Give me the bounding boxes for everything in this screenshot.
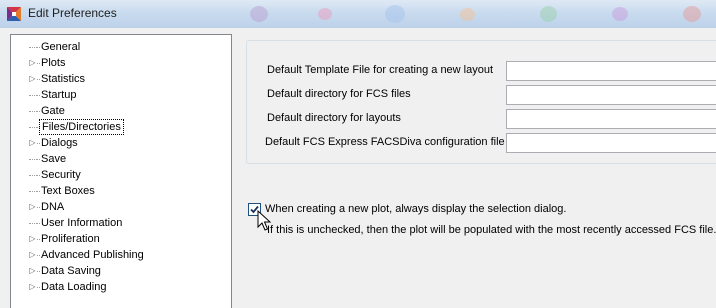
tree-connector (29, 191, 37, 192)
tree-item-proliferation[interactable]: ▷ Proliferation (11, 231, 231, 247)
expand-arrow-icon[interactable]: ▷ (28, 71, 37, 87)
expand-arrow-icon[interactable]: ▷ (28, 55, 37, 71)
title-bar-decoration (460, 8, 475, 21)
tree-connector (29, 127, 37, 128)
tree-item-label: Gate (41, 105, 65, 117)
tree-item-text-boxes[interactable]: Text Boxes (11, 183, 231, 199)
expand-arrow-icon[interactable]: ▷ (28, 135, 37, 151)
tree-connector (29, 95, 37, 96)
title-bar-decoration (250, 6, 268, 22)
expand-arrow-icon[interactable]: ▷ (28, 247, 37, 263)
tree-item-label: Statistics (41, 73, 86, 85)
file-path-input[interactable] (506, 61, 716, 81)
window-title: Edit Preferences (28, 6, 117, 20)
tree-item-security[interactable]: Security (11, 167, 231, 183)
tree-item-label: Proliferation (41, 233, 100, 245)
tree-item-save[interactable]: Save (11, 151, 231, 167)
tree-item-label: Advanced Publishing (41, 249, 144, 261)
tree-item-files-directories[interactable]: Files/Directories (11, 119, 231, 135)
file-setting-label: Default directory for FCS files (267, 88, 411, 100)
file-setting-label: Default directory for layouts (267, 112, 401, 124)
tree-item-user-information[interactable]: User Information (11, 215, 231, 231)
title-bar-decoration (612, 7, 628, 21)
tree-item-label: Dialogs (41, 137, 78, 149)
tree-item-plots[interactable]: ▷ Plots (11, 55, 231, 71)
mouse-cursor-icon (257, 210, 272, 231)
tree-item-label: Save (41, 153, 67, 165)
tree-item-label: Plots (41, 57, 66, 69)
expand-arrow-icon[interactable]: ▷ (28, 199, 37, 215)
file-path-input[interactable] (506, 133, 716, 153)
tree-item-gate[interactable]: Gate (11, 103, 231, 119)
tree-item-label: User Information (41, 217, 123, 229)
file-path-input[interactable] (506, 85, 716, 105)
expand-arrow-icon[interactable]: ▷ (28, 279, 37, 295)
tree-connector (29, 159, 37, 160)
flow-cytometry-app-icon (7, 7, 21, 21)
preferences-tree[interactable]: General ▷ Plots ▷ Statistics Startup Gate Files… (10, 34, 232, 308)
tree-item-statistics[interactable]: ▷ Statistics (11, 71, 231, 87)
tree-item-label: Files/Directories (39, 119, 124, 135)
display-selection-dialog-label[interactable]: When creating a new plot, always display… (265, 203, 566, 215)
tree-item-label: Text Boxes (41, 185, 95, 197)
title-bar-decoration (385, 5, 405, 23)
tree-item-label: Security (41, 169, 81, 181)
expand-arrow-icon[interactable]: ▷ (28, 231, 37, 247)
file-setting-label: Default FCS Express FACSDiva configurati… (265, 136, 505, 148)
tree-connector (29, 175, 37, 176)
file-path-input[interactable] (506, 109, 716, 129)
plot-population-info-text: If this is unchecked, then the plot will… (267, 224, 716, 236)
tree-item-dna[interactable]: ▷ DNA (11, 199, 231, 215)
tree-item-general[interactable]: General (11, 39, 231, 55)
tree-item-advanced-publishing[interactable]: ▷ Advanced Publishing (11, 247, 231, 263)
tree-item-startup[interactable]: Startup (11, 87, 231, 103)
tree-item-data-saving[interactable]: ▷ Data Saving (11, 263, 231, 279)
file-setting-label: Default Template File for creating a new… (267, 64, 494, 76)
title-bar-decoration (318, 8, 332, 20)
title-bar[interactable]: Edit Preferences (0, 0, 716, 29)
tree-connector (29, 47, 37, 48)
tree-item-label: Startup (41, 89, 77, 101)
tree-item-label: Data Saving (41, 265, 101, 277)
tree-item-label: Data Loading (41, 281, 107, 293)
tree-item-label: DNA (41, 201, 65, 213)
tree-connector (29, 223, 37, 224)
tree-connector (29, 111, 37, 112)
tree-item-data-loading[interactable]: ▷ Data Loading (11, 279, 231, 295)
title-bar-decoration (683, 6, 701, 22)
tree-item-label: General (41, 41, 81, 53)
tree-item-dialogs[interactable]: ▷ Dialogs (11, 135, 231, 151)
title-bar-decoration (540, 6, 557, 22)
expand-arrow-icon[interactable]: ▷ (28, 263, 37, 279)
